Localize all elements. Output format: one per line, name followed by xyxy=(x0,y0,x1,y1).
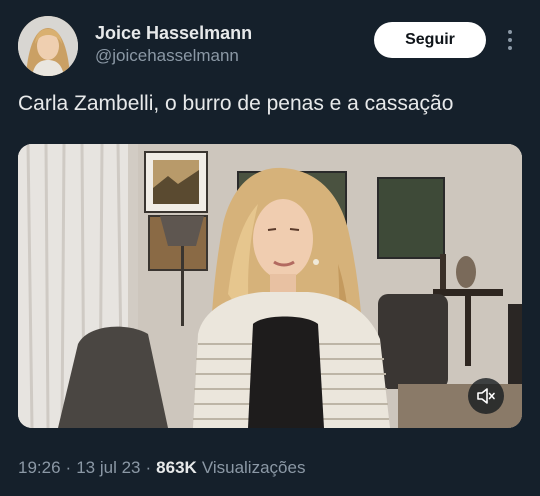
more-options-icon[interactable] xyxy=(500,28,520,52)
author-handle[interactable]: @joicehasselmann xyxy=(95,46,239,66)
tweet-date[interactable]: 13 jul 23 xyxy=(76,458,140,478)
speaker-muted-icon xyxy=(477,388,495,404)
meta-separator: · xyxy=(145,458,152,477)
author-avatar[interactable] xyxy=(18,16,78,76)
video-player[interactable] xyxy=(18,144,522,428)
tweet-text: Carla Zambelli, o burro de penas e a cas… xyxy=(18,92,454,115)
views-label[interactable]: Visualizações xyxy=(202,458,306,478)
tweet-header: Joice Hasselmann @joicehasselmann Seguir xyxy=(0,0,540,90)
tweet-time[interactable]: 19:26 xyxy=(18,458,61,478)
views-count[interactable]: 863K xyxy=(156,458,197,478)
author-name[interactable]: Joice Hasselmann xyxy=(95,23,252,44)
meta-separator: · xyxy=(65,458,72,477)
follow-button[interactable]: Seguir xyxy=(374,22,486,58)
profile-photo-icon xyxy=(18,16,78,76)
video-frame xyxy=(18,144,522,428)
mute-button[interactable] xyxy=(468,378,504,414)
tweet-meta: 19:26 · 13 jul 23 · 863K Visualizações xyxy=(18,458,305,478)
